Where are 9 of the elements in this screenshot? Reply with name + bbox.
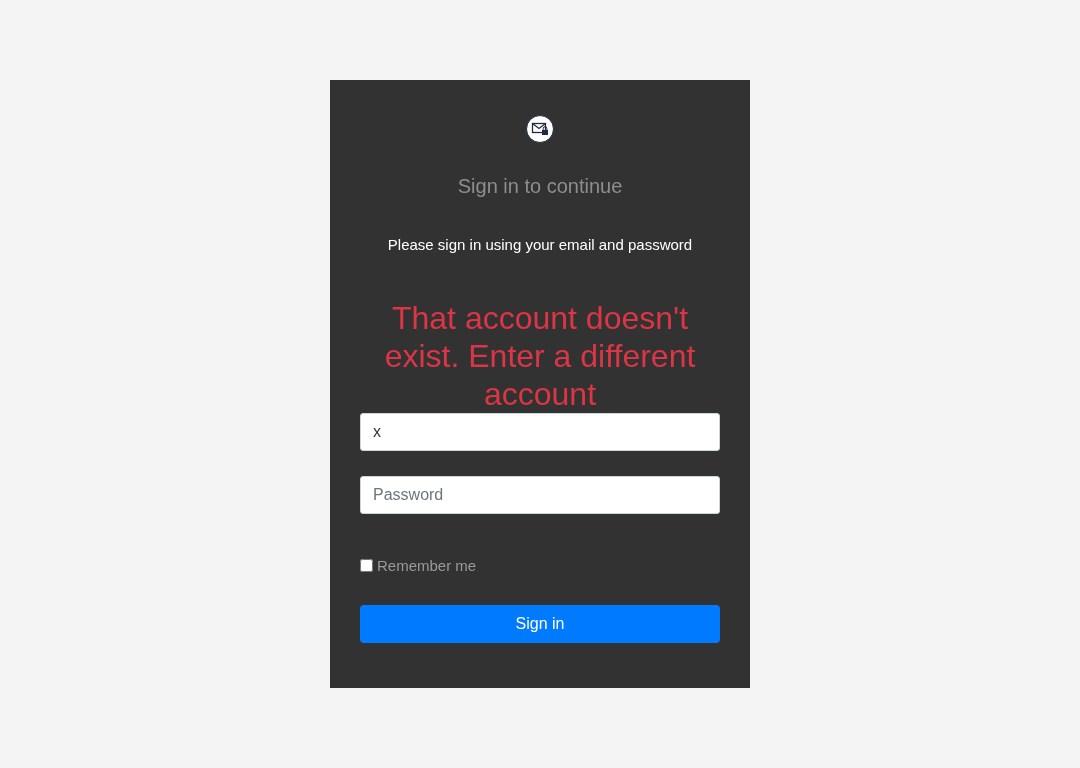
- remember-label: Remember me: [377, 555, 477, 576]
- page-title: Sign in to continue: [456, 174, 624, 199]
- sign-in-button[interactable]: Sign in: [360, 605, 720, 643]
- password-field[interactable]: Password: [360, 475, 720, 514]
- mail-lock-icon: [526, 115, 554, 143]
- email-field[interactable]: x: [360, 412, 720, 451]
- remember-checkbox[interactable]: [360, 559, 373, 573]
- instruction-text: Please sign in using your email and password: [386, 235, 694, 255]
- error-message: That account doesn't exist. Enter a different account: [383, 298, 697, 413]
